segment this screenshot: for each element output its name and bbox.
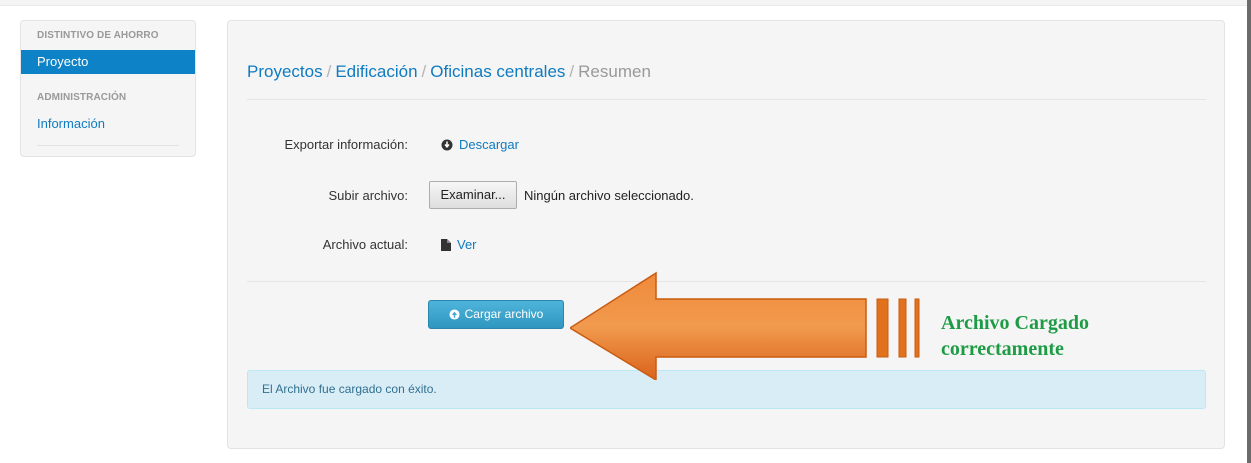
view-link[interactable]: Ver: [441, 237, 477, 254]
sidebar: DISTINTIVO DE AHORRO Proyecto ADMINISTRA…: [20, 20, 196, 157]
breadcrumb-current: Resumen: [578, 62, 651, 81]
upload-file-button[interactable]: Cargar archivo: [428, 300, 564, 329]
file-icon: [441, 239, 451, 254]
current-file-label: Archivo actual:: [322, 237, 408, 252]
divider: [247, 99, 1206, 100]
sidebar-section-header-admin: ADMINISTRACIÓN: [37, 92, 127, 103]
breadcrumb-separator: /: [326, 62, 332, 81]
breadcrumb-link-oficinas[interactable]: Oficinas centrales: [430, 62, 565, 81]
annotation-line-2: correctamente: [941, 338, 1064, 360]
breadcrumb-link-edificacion[interactable]: Edificación: [335, 62, 417, 81]
annotation-line-1: Archivo Cargado: [941, 312, 1089, 334]
annotation-text: Archivo Cargado correctamente: [941, 310, 1089, 362]
annotation-arrow: [570, 271, 920, 380]
sidebar-item-informacion[interactable]: Información: [21, 112, 195, 136]
circle-arrow-icon: [441, 139, 453, 154]
sidebar-item-proyecto[interactable]: Proyecto: [21, 50, 195, 74]
sidebar-divider: [37, 145, 179, 146]
upload-label: Subir archivo:: [328, 188, 408, 203]
breadcrumb: Proyectos / Edificación / Oficinas centrales…: [247, 62, 651, 82]
sidebar-section-header: DISTINTIVO DE AHORRO: [37, 30, 159, 41]
main-panel: Proyectos / Edificación / Oficinas centrales…: [227, 20, 1225, 449]
download-link[interactable]: Descargar: [441, 137, 519, 154]
breadcrumb-link-proyectos[interactable]: Proyectos: [247, 62, 323, 81]
upload-button-label: Cargar archivo: [464, 307, 544, 321]
breadcrumb-separator: /: [569, 62, 575, 81]
file-status: Ningún archivo seleccionado.: [524, 188, 694, 203]
top-border: [0, 0, 1251, 6]
view-link-label: Ver: [457, 237, 477, 252]
breadcrumb-separator: /: [421, 62, 427, 81]
export-label: Exportar información:: [284, 137, 408, 152]
circle-arrow-icon: [449, 303, 460, 330]
window-edge: [1247, 0, 1251, 463]
download-link-label: Descargar: [459, 137, 519, 152]
browse-button[interactable]: Examinar...: [429, 181, 517, 209]
